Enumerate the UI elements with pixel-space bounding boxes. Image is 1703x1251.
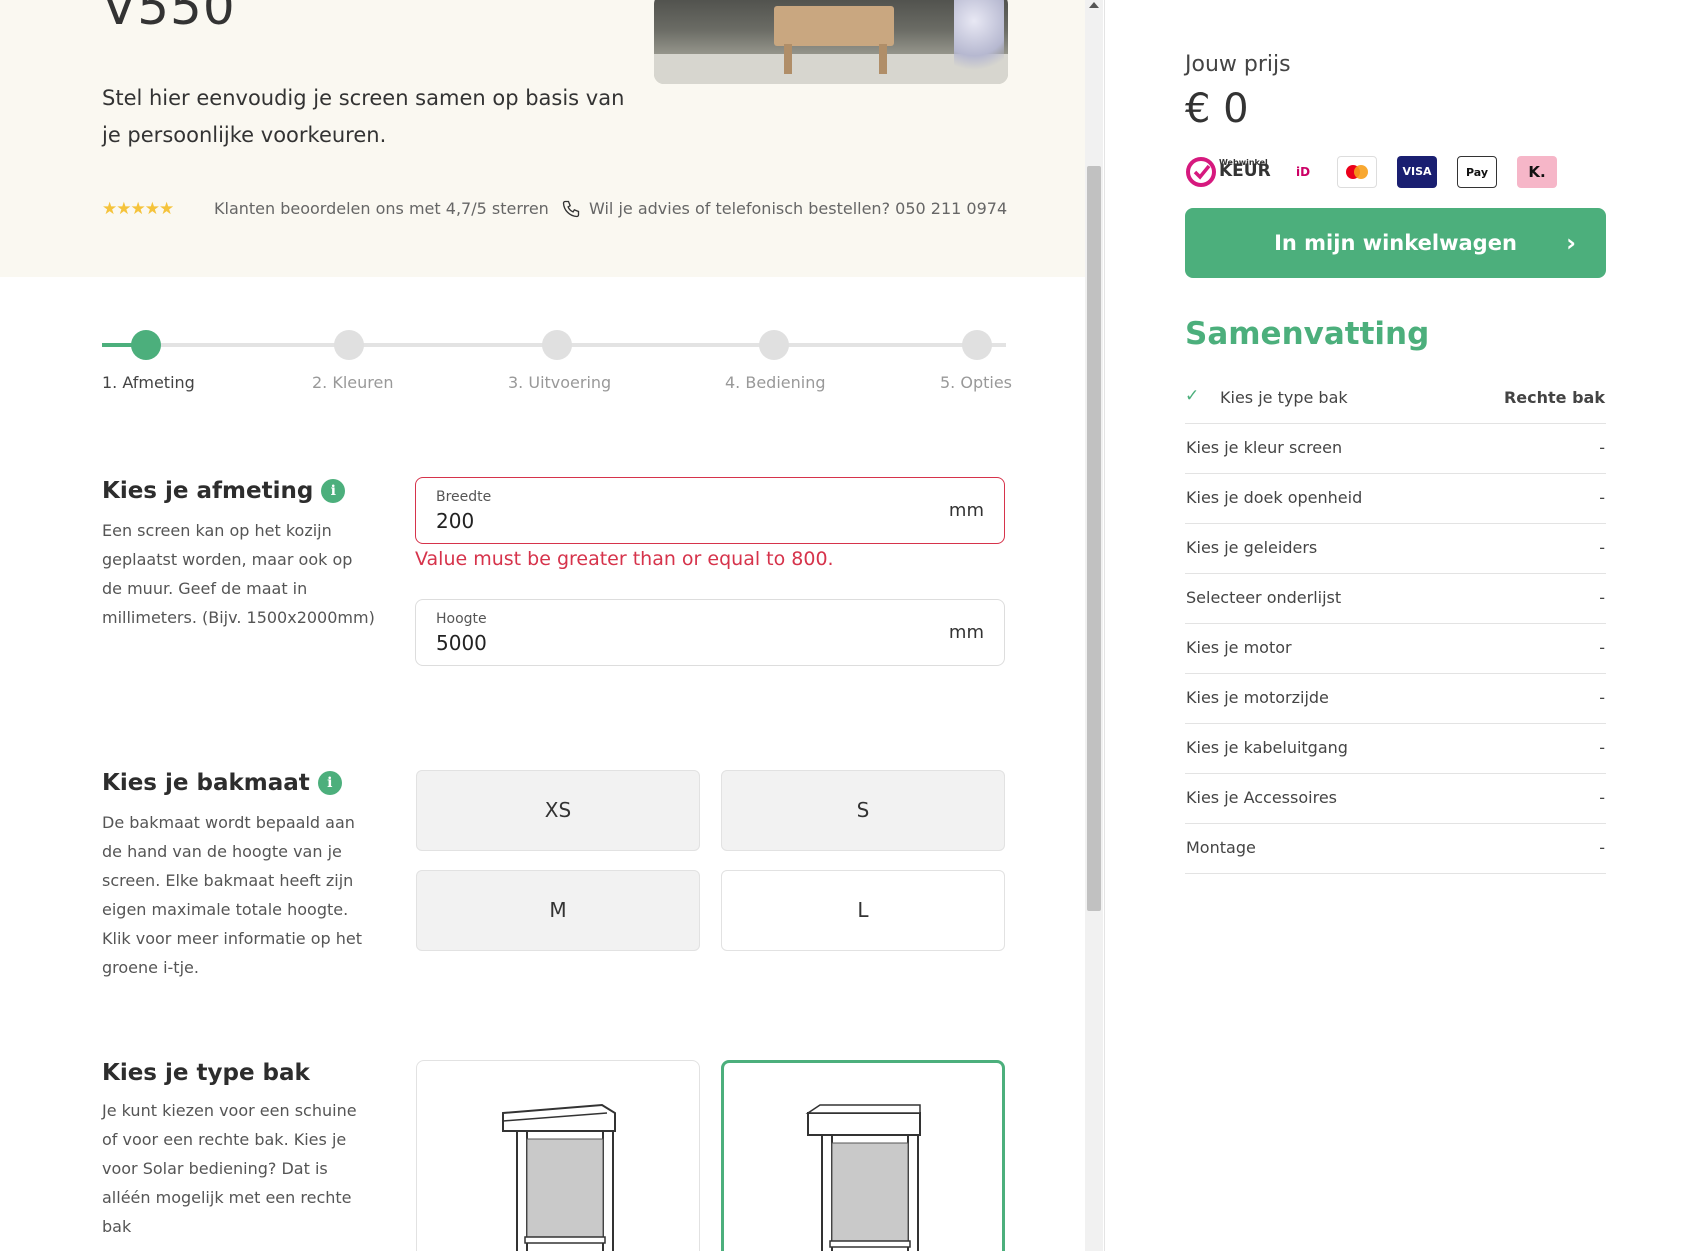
step-dot-afmeting[interactable] xyxy=(131,330,161,360)
summary-value: - xyxy=(1599,638,1605,657)
column-divider xyxy=(1104,0,1105,1251)
bakmaat-xs-button[interactable]: XS xyxy=(416,770,700,851)
bakmaat-l-button[interactable]: L xyxy=(721,870,1005,951)
bakmaat-m-button[interactable]: M xyxy=(416,870,700,951)
scrollbar-thumb[interactable] xyxy=(1087,166,1101,911)
rechte-bak-illustration xyxy=(805,1104,921,1251)
rating-text: Klanten beoordelen ons met 4,7/5 sterren xyxy=(214,199,549,218)
chevron-right-icon: › xyxy=(1566,229,1576,257)
height-field[interactable]: Hoogte mm xyxy=(415,599,1005,666)
height-input[interactable] xyxy=(436,631,836,655)
summary-label: Kies je motor xyxy=(1186,638,1292,657)
summary-value: - xyxy=(1599,588,1605,607)
phone-icon xyxy=(562,200,580,218)
bakmaat-heading: Kies je bakmaat i xyxy=(102,770,342,796)
step-dot-bediening[interactable] xyxy=(759,330,789,360)
bakmaat-info-icon[interactable]: i xyxy=(317,771,342,795)
type-rechte-bak-card[interactable] xyxy=(721,1060,1005,1251)
summary-row-montage: Montage - xyxy=(1185,824,1606,874)
typebak-description: Je kunt kiezen voor een schuine of voor … xyxy=(102,1101,357,1236)
summary-label: Kies je kleur screen xyxy=(1186,438,1343,457)
summary-label: Kies je Accessoires xyxy=(1186,788,1337,807)
summary-value: - xyxy=(1599,738,1605,757)
ideal-icon: iD xyxy=(1295,165,1311,179)
mastercard-icon xyxy=(1337,156,1377,188)
summary-row-kabeluitgang: Kies je kabeluitgang - xyxy=(1185,724,1606,774)
hero-section: V550 Stel hier eenvoudig je screen samen… xyxy=(0,0,1090,277)
hero-subtitle: Stel hier eenvoudig je screen samen op b… xyxy=(102,86,625,147)
scroll-up-arrow-icon[interactable] xyxy=(1089,2,1099,8)
rating-stars-icon: ★★★★★ xyxy=(102,199,174,219)
summary-label: Kies je motorzijde xyxy=(1186,688,1329,707)
afmeting-title: Kies je afmeting xyxy=(102,478,314,504)
add-to-cart-label: In mijn winkelwagen xyxy=(1274,231,1517,255)
summary-value: - xyxy=(1599,788,1605,807)
summary-row-accessoires: Kies je Accessoires - xyxy=(1185,774,1606,824)
width-error-message: Value must be greater than or equal to 8… xyxy=(415,548,834,570)
bakmaat-title: Kies je bakmaat xyxy=(102,770,310,796)
step-label-opties[interactable]: 5. Opties xyxy=(940,373,1012,392)
summary-value: Rechte bak xyxy=(1503,388,1605,407)
price-label: Jouw prijs xyxy=(1185,52,1291,77)
step-label-uitvoering[interactable]: 3. Uitvoering xyxy=(508,373,611,392)
summary-row-motor: Kies je motor - xyxy=(1185,624,1606,674)
typebak-title: Kies je type bak xyxy=(102,1060,310,1086)
summary-label: Montage xyxy=(1186,838,1256,857)
visa-icon: VISA xyxy=(1397,156,1437,188)
bakmaat-s-button[interactable]: S xyxy=(721,770,1005,851)
step-dot-opties[interactable] xyxy=(962,330,992,360)
configurator-main: V550 Stel hier eenvoudig je screen samen… xyxy=(0,0,1090,1251)
afmeting-info-icon[interactable]: i xyxy=(321,479,346,503)
step-label-afmeting[interactable]: 1. Afmeting xyxy=(102,373,195,392)
summary-value: - xyxy=(1599,538,1605,557)
summary-row-geleiders: Kies je geleiders - xyxy=(1185,524,1606,574)
bakmaat-description: De bakmaat wordt bepaald aan de hand van… xyxy=(102,813,363,977)
type-schuine-bak-card[interactable] xyxy=(416,1060,700,1251)
webwinkel-keur-icon: Webwinkel KEUR xyxy=(1185,156,1271,188)
product-image xyxy=(654,0,1008,84)
summary-row-type-bak: ✓ Kies je type bak Rechte bak xyxy=(1185,374,1606,424)
product-title: V550 xyxy=(102,0,236,36)
summary-label: Selecteer onderlijst xyxy=(1186,588,1342,607)
price-value: € 0 xyxy=(1185,86,1249,132)
schuine-bak-illustration xyxy=(502,1103,616,1251)
summary-title: Samenvatting xyxy=(1185,316,1430,352)
summary-row-onderlijst: Selecteer onderlijst - xyxy=(1185,574,1606,624)
summary-label: Kies je geleiders xyxy=(1186,538,1318,557)
advice-phone-link[interactable]: Wil je advies of telefonisch bestellen? … xyxy=(589,199,1007,218)
afmeting-heading: Kies je afmeting i xyxy=(102,478,346,504)
summary-label: Kies je doek openheid xyxy=(1186,488,1363,507)
summary-row-motorzijde: Kies je motorzijde - xyxy=(1185,674,1606,724)
scrollbar[interactable] xyxy=(1085,0,1103,1251)
keur-text: KEUR xyxy=(1219,161,1271,181)
width-field[interactable]: Breedte mm xyxy=(415,477,1005,544)
step-label-bediening[interactable]: 4. Bediening xyxy=(725,373,826,392)
width-label: Breedte xyxy=(436,489,492,505)
height-label: Hoogte xyxy=(436,611,487,627)
summary-label: Kies je type bak xyxy=(1220,388,1348,407)
width-unit: mm xyxy=(948,500,984,521)
summary-value: - xyxy=(1599,438,1605,457)
add-to-cart-button[interactable]: In mijn winkelwagen › xyxy=(1185,208,1606,278)
height-unit: mm xyxy=(948,622,984,643)
checkmark-icon: ✓ xyxy=(1185,386,1200,406)
afmeting-description: Een screen kan op het kozijn geplaatst w… xyxy=(102,521,375,627)
summary-value: - xyxy=(1599,488,1605,507)
apple-pay-icon: Pay xyxy=(1457,156,1497,188)
summary-row-kleur-screen: Kies je kleur screen - xyxy=(1185,424,1606,474)
summary-value: - xyxy=(1599,688,1605,707)
width-input[interactable] xyxy=(436,509,836,533)
step-dot-uitvoering[interactable] xyxy=(542,330,572,360)
summary-label: Kies je kabeluitgang xyxy=(1186,738,1348,757)
klarna-icon: K. xyxy=(1517,156,1557,188)
step-dot-kleuren[interactable] xyxy=(334,330,364,360)
summary-value: - xyxy=(1599,838,1605,857)
step-label-kleuren[interactable]: 2. Kleuren xyxy=(312,373,393,392)
summary-row-doek-openheid: Kies je doek openheid - xyxy=(1185,474,1606,524)
